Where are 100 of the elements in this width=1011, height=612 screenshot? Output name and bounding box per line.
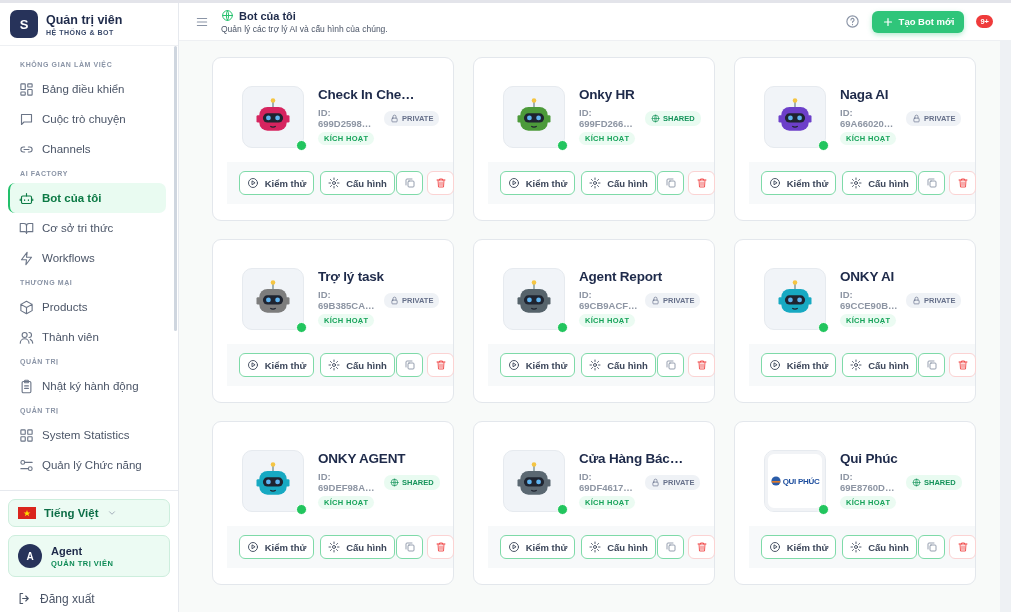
play-icon [246, 359, 259, 371]
trash-icon [956, 177, 969, 189]
sidebar-item[interactable]: System Statistics [8, 420, 166, 450]
copy-button[interactable] [657, 535, 684, 559]
config-button[interactable]: Cấu hình [842, 171, 917, 195]
copy-button[interactable] [396, 535, 423, 559]
settings-icon [328, 359, 341, 371]
sidebar-item[interactable]: Bot của tôi [8, 183, 166, 213]
language-selector[interactable]: Tiếng Việt [8, 499, 170, 527]
config-button[interactable]: Cấu hình [842, 353, 917, 377]
config-button[interactable]: Cấu hình [320, 535, 395, 559]
bot-id: 69A66020… [840, 118, 895, 129]
bot-id: 699FD266… [579, 118, 634, 129]
sidebar-item[interactable]: Channels [8, 134, 166, 164]
copy-button[interactable] [396, 353, 423, 377]
sidebar-item[interactable]: Products [8, 292, 166, 322]
copy-button[interactable] [918, 171, 945, 195]
bot-name: Trợ lý task [318, 269, 385, 284]
sidebar-item[interactable]: Bảng điều khiển [8, 74, 166, 104]
test-button[interactable]: Kiểm thử [761, 353, 836, 377]
trash-icon [434, 359, 447, 371]
sidebar-item[interactable]: Cơ sở tri thức [8, 213, 166, 243]
copy-button[interactable] [918, 353, 945, 377]
delete-button[interactable] [688, 353, 715, 377]
copy-button[interactable] [396, 171, 423, 195]
config-button[interactable]: Cấu hình [581, 171, 656, 195]
trash-icon [956, 541, 969, 553]
lock-icon [912, 295, 921, 305]
delete-button[interactable] [427, 353, 454, 377]
chat-icon [19, 111, 34, 127]
play-icon [768, 359, 781, 371]
config-button[interactable]: Cấu hình [581, 535, 656, 559]
delete-button[interactable] [949, 171, 976, 195]
copy-icon [925, 359, 938, 371]
sidebar-item[interactable]: Cuộc trò chuyện [8, 104, 166, 134]
bot-id: 69DF4617… [579, 482, 634, 493]
bot-name: ONKY AGENT [318, 451, 407, 466]
delete-button[interactable] [949, 535, 976, 559]
test-button[interactable]: Kiểm thử [500, 353, 575, 377]
delete-button[interactable] [688, 535, 715, 559]
config-button[interactable]: Cấu hình [320, 171, 395, 195]
copy-icon [664, 359, 677, 371]
bot-id: 69E8760D… [840, 482, 896, 493]
test-button[interactable]: Kiểm thử [239, 171, 314, 195]
id-label: ID: [318, 471, 332, 482]
copy-icon [403, 541, 416, 553]
logo-text: QUI PHÚC [782, 476, 820, 486]
config-button[interactable]: Cấu hình [581, 353, 656, 377]
settings-icon [328, 541, 341, 553]
lock-icon [651, 477, 660, 487]
test-button[interactable]: Kiểm thử [239, 353, 314, 377]
lock-icon [390, 295, 399, 305]
help-button[interactable] [844, 14, 860, 29]
delete-button[interactable] [427, 535, 454, 559]
test-button[interactable]: Kiểm thử [239, 535, 314, 559]
play-icon [246, 541, 259, 553]
settings-icon [589, 541, 602, 553]
play-icon [768, 541, 781, 553]
test-button[interactable]: Kiểm thử [500, 171, 575, 195]
copy-button[interactable] [657, 353, 684, 377]
logout-button[interactable]: Đăng xuất [8, 585, 170, 606]
logo: S [10, 10, 38, 38]
delete-button[interactable] [949, 353, 976, 377]
settings-icon [850, 177, 863, 189]
page-subtitle: Quản lý các trợ lý AI và cấu hình của chúng. [221, 24, 388, 34]
book-icon [19, 220, 34, 236]
settings-icon [589, 359, 602, 371]
copy-button[interactable] [657, 171, 684, 195]
delete-button[interactable] [427, 171, 454, 195]
play-icon [507, 359, 520, 371]
help-icon [844, 14, 860, 29]
sidebar-item[interactable]: Workflows [8, 243, 166, 273]
trash-icon [695, 177, 708, 189]
user-name: Agent [51, 544, 84, 557]
delete-button[interactable] [688, 171, 715, 195]
lock-icon [912, 113, 921, 123]
config-button[interactable]: Cấu hình [842, 535, 917, 559]
test-button[interactable]: Kiểm thử [500, 535, 575, 559]
config-button[interactable]: Cấu hình [320, 353, 395, 377]
id-label: ID: [840, 471, 854, 482]
test-button[interactable]: Kiểm thử [761, 535, 836, 559]
sidebar-item[interactable]: Nhật ký hành động [8, 371, 166, 401]
page-title: Bot của tôi [239, 9, 296, 22]
bot-id: 699D2598… [318, 118, 373, 129]
lock-icon [390, 113, 399, 123]
sidebar-item[interactable]: Thành viên [8, 322, 166, 352]
copy-button[interactable] [918, 535, 945, 559]
test-button[interactable]: Kiểm thử [761, 171, 836, 195]
play-icon [507, 177, 520, 189]
sidebar-item[interactable]: Quản lý Chức năng [8, 450, 166, 480]
trash-icon [434, 541, 447, 553]
clipboard-icon [19, 378, 34, 394]
app-title: Quản trị viên [46, 12, 123, 27]
bot-name: Qui Phúc [840, 451, 899, 466]
bot-id: 69CCE90B… [840, 300, 899, 311]
id-label: ID: [318, 289, 332, 300]
grid-icon [19, 81, 34, 97]
sliders-icon [19, 457, 34, 473]
copy-icon [925, 177, 938, 189]
bot-id: 69CB9ACF… [579, 300, 639, 311]
